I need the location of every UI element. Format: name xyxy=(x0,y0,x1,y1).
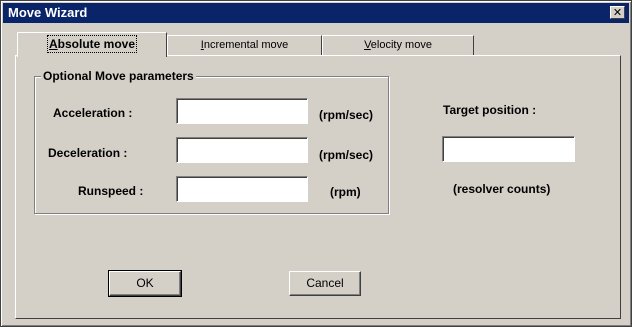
target-position-input[interactable] xyxy=(442,136,575,162)
acceleration-unit: (rpm/sec) xyxy=(319,108,374,122)
deceleration-label: Deceleration : xyxy=(48,146,128,160)
ok-button[interactable]: OK xyxy=(108,270,182,297)
window-title: Move Wizard xyxy=(8,5,88,20)
tab-velocity-move[interactable]: Velocity move xyxy=(322,35,474,55)
runspeed-label: Runspeed : xyxy=(78,184,144,198)
move-wizard-window: Move Wizard ✕ Absolute move Incremental … xyxy=(0,0,632,327)
resolver-counts-unit: (resolver counts) xyxy=(453,182,551,196)
deceleration-unit: (rpm/sec) xyxy=(319,148,374,162)
tab-absolute-move-label: Absolute move xyxy=(46,35,138,53)
title-bar[interactable]: Move Wizard ✕ xyxy=(3,3,629,23)
acceleration-input[interactable] xyxy=(176,98,308,124)
deceleration-input[interactable] xyxy=(176,137,308,163)
target-position-label: Target position : xyxy=(443,103,537,117)
runspeed-unit: (rpm) xyxy=(330,185,361,199)
tab-incremental-move-label: Incremental move xyxy=(200,39,289,51)
cancel-button[interactable]: Cancel xyxy=(289,271,361,296)
tab-absolute-move[interactable]: Absolute move xyxy=(17,32,167,57)
tab-incremental-move[interactable]: Incremental move xyxy=(167,35,322,55)
acceleration-label: Acceleration : xyxy=(53,106,133,120)
close-icon[interactable]: ✕ xyxy=(610,6,625,19)
tab-velocity-move-label: Velocity move xyxy=(364,39,432,51)
group-legend: Optional Move parameters xyxy=(41,68,196,84)
runspeed-input[interactable] xyxy=(176,176,308,202)
